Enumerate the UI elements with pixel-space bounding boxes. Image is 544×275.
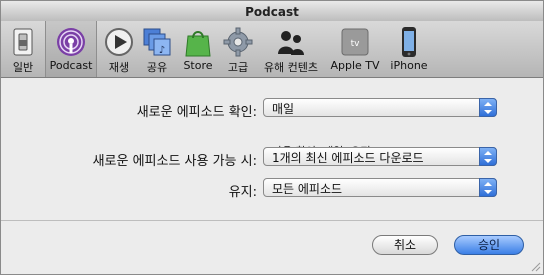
iphone-icon	[402, 27, 416, 57]
parental-icon	[278, 31, 304, 55]
preferences-window: Podcast 일반 Podcast 재생 ♪ 공유 Store 고급 유해 컨…	[0, 0, 544, 275]
toolbar-item-store[interactable]: Store	[178, 21, 218, 77]
check-new-label: 새로운 에피소드 확인:	[136, 105, 257, 120]
toolbar-label-parental: 유해 컨텐츠	[263, 61, 319, 74]
podcast-settings: 새로운 에피소드 확인: 매일 다음 확인: 내일, 오전 9:00 새로운 에…	[1, 78, 543, 274]
toolbar-item-appletv[interactable]: tv Apple TV	[327, 21, 383, 77]
ok-button[interactable]: 승인	[454, 235, 524, 255]
keep-popup[interactable]: 모든 에피소드	[263, 178, 497, 197]
toolbar-label-sharing: 공유	[146, 61, 168, 74]
keep-row: 유지: 모든 에피소드	[1, 178, 543, 200]
toolbar-label-store: Store	[183, 59, 213, 72]
preferences-toolbar: 일반 Podcast 재생 ♪ 공유 Store 고급 유해 컨텐츠 tv Ap…	[1, 21, 543, 78]
title-bar[interactable]: Podcast	[1, 1, 543, 22]
shopping-bag-icon	[185, 31, 211, 57]
check-new-row: 새로운 에피소드 확인: 매일 다음 확인: 내일, 오전 9:00	[1, 98, 543, 158]
toolbar-item-podcast[interactable]: Podcast	[45, 21, 97, 77]
toolbar-item-sharing[interactable]: ♪ 공유	[139, 21, 175, 77]
switch-icon	[13, 28, 33, 56]
toolbar-item-general[interactable]: 일반	[3, 21, 43, 77]
when-available-label: 새로운 에피소드 사용 가능 시:	[92, 154, 257, 169]
popup-arrows-icon	[479, 147, 497, 166]
toolbar-item-playback[interactable]: 재생	[101, 21, 137, 77]
check-new-value: 매일	[272, 102, 295, 116]
cancel-button[interactable]: 취소	[372, 235, 438, 255]
gear-icon	[223, 27, 253, 57]
svg-text:♪: ♪	[159, 45, 165, 56]
toolbar-label-appletv: Apple TV	[330, 59, 380, 72]
play-icon	[105, 28, 133, 56]
check-new-popup[interactable]: 매일	[263, 98, 497, 117]
sharing-icon: ♪	[143, 28, 171, 56]
toolbar-label-podcast: Podcast	[49, 59, 93, 72]
when-available-value: 1개의 최신 에피소드 다운로드	[272, 151, 424, 165]
divider	[1, 220, 543, 221]
toolbar-item-iphone[interactable]: iPhone	[387, 21, 431, 77]
popup-arrows-icon	[479, 98, 497, 117]
resize-grip-icon[interactable]	[529, 260, 541, 272]
toolbar-label-playback: 재생	[108, 61, 130, 74]
toolbar-item-parental[interactable]: 유해 컨텐츠	[258, 21, 324, 77]
svg-text:tv: tv	[351, 39, 361, 49]
window-title: Podcast	[245, 5, 299, 19]
toolbar-item-advanced[interactable]: 고급	[220, 21, 256, 77]
popup-arrows-icon	[479, 178, 497, 197]
when-available-popup[interactable]: 1개의 최신 에피소드 다운로드	[263, 147, 497, 166]
when-available-row: 새로운 에피소드 사용 가능 시: 1개의 최신 에피소드 다운로드	[1, 147, 543, 169]
apple-tv-icon: tv	[341, 28, 369, 56]
toolbar-label-advanced: 고급	[227, 61, 249, 74]
toolbar-label-general: 일반	[12, 61, 34, 74]
podcast-icon	[57, 28, 85, 56]
toolbar-label-iphone: iPhone	[390, 59, 428, 72]
keep-value: 모든 에피소드	[272, 182, 343, 196]
keep-label: 유지:	[228, 185, 257, 200]
